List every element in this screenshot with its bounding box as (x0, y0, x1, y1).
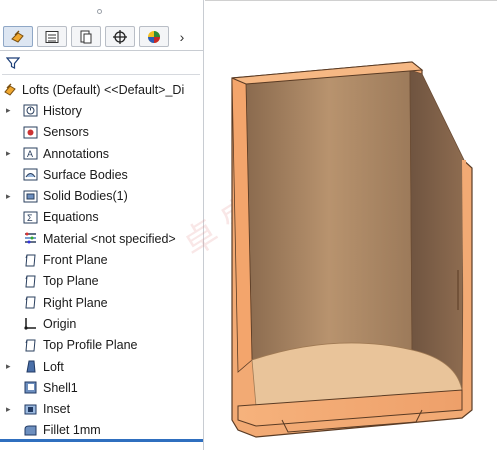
tree-item-label: Origin (43, 316, 77, 331)
tree-item-label: Front Plane (43, 253, 108, 268)
tree-root-label: Lofts (Default) <<Default>_Di (22, 82, 185, 97)
tree-item-sensors[interactable]: Sensors (0, 122, 203, 143)
tree-item-loft[interactable]: ▸ Loft (0, 356, 203, 377)
tree-item-shell1[interactable]: Shell1 (0, 377, 203, 398)
tree-root-item[interactable]: Lofts (Default) <<Default>_Di (0, 79, 203, 100)
tree-item-label: Inset (43, 402, 71, 417)
solid-bodies-folder-icon (23, 189, 38, 204)
tree-item-label: Annotations (43, 146, 110, 161)
tree-item-annotations[interactable]: ▸ A Annotations (0, 143, 203, 164)
display-manager-icon (148, 30, 160, 43)
fillet-feature-icon (23, 423, 38, 438)
material-icon (23, 231, 38, 246)
history-folder-icon (23, 103, 38, 118)
tree-item-surface-bodies[interactable]: Surface Bodies (0, 164, 203, 185)
tree-item-label: Shell1 (43, 380, 78, 395)
tree-item-label: History (43, 103, 82, 118)
tab-dimxpert-manager[interactable] (105, 26, 135, 47)
plane-icon (23, 295, 38, 310)
tab-property-manager[interactable] (37, 26, 67, 47)
plane-icon (23, 253, 38, 268)
tabs-divider (0, 50, 203, 51)
tree-item-fillet-1mm[interactable]: Fillet 1mm (0, 420, 203, 441)
tree-item-label: Fillet 1mm (43, 423, 101, 438)
property-manager-icon (45, 30, 59, 43)
feature-tree: Lofts (Default) <<Default>_Di ▸ History Se… (0, 79, 203, 441)
plane-icon (23, 274, 38, 289)
expand-arrow-icon[interactable]: ▸ (6, 404, 12, 415)
feature-manager-icon (11, 30, 24, 43)
tree-filter[interactable] (2, 54, 200, 75)
svg-text:A: A (27, 149, 33, 159)
tree-item-history[interactable]: ▸ History (0, 100, 203, 121)
expand-arrow-icon[interactable]: ▸ (6, 105, 12, 116)
tab-display-manager[interactable] (139, 26, 169, 47)
manager-tabs: › (0, 24, 203, 49)
annotations-folder-icon: A (23, 146, 38, 161)
tree-item-label: Top Profile Plane (43, 338, 138, 353)
expand-arrow-icon[interactable]: ▸ (6, 148, 12, 159)
expand-arrow-icon[interactable]: ▸ (6, 191, 12, 202)
panel-grip[interactable] (0, 0, 203, 24)
tree-item-label: Solid Bodies(1) (43, 189, 128, 204)
equations-folder-icon: Σ (23, 210, 38, 225)
tree-item-solid-bodies-1[interactable]: ▸ Solid Bodies(1) (0, 185, 203, 206)
configuration-manager-icon (80, 30, 92, 43)
tree-item-top-profile-plane[interactable]: Top Profile Plane (0, 335, 203, 356)
shell-feature-icon (23, 380, 38, 395)
tabs-scroll-right-button[interactable]: › (173, 26, 191, 47)
inset-feature-icon (23, 402, 38, 417)
filter-icon[interactable] (6, 56, 20, 70)
tree-item-label: Sensors (43, 125, 89, 140)
tree-item-label: Surface Bodies (43, 167, 128, 182)
surface-bodies-folder-icon (23, 167, 38, 182)
chevron-right-icon: › (179, 28, 185, 45)
tree-item-label: Material <not specified> (43, 231, 176, 246)
loft-feature-icon (23, 359, 38, 374)
tree-item-label: Equations (43, 210, 99, 225)
part-model-view[interactable] (226, 60, 486, 445)
tree-item-origin[interactable]: Origin (0, 313, 203, 334)
expand-arrow-icon[interactable]: ▸ (6, 361, 12, 372)
dimxpert-manager-icon (113, 29, 127, 44)
feature-manager-panel: › Lofts (Default) <<Default>_Di ▸ History… (0, 0, 204, 450)
panel-resize-handle[interactable] (203, 374, 204, 380)
tree-item-material-not-specified[interactable]: Material <not specified> (0, 228, 203, 249)
svg-text:Σ: Σ (27, 213, 33, 223)
tree-item-inset[interactable]: ▸ Inset (0, 398, 203, 419)
grip-dot[interactable] (97, 9, 102, 14)
panel-bottom-accent (0, 439, 203, 442)
tab-configuration-manager[interactable] (71, 26, 101, 47)
tab-feature-manager[interactable] (3, 26, 33, 47)
graphics-area-top-border (205, 0, 497, 1)
tree-item-right-plane[interactable]: Right Plane (0, 292, 203, 313)
tree-item-top-plane[interactable]: Top Plane (0, 271, 203, 292)
part-icon (3, 82, 18, 97)
tree-item-label: Right Plane (43, 295, 108, 310)
tree-item-label: Top Plane (43, 274, 99, 289)
tree-item-front-plane[interactable]: Front Plane (0, 249, 203, 270)
origin-icon (23, 316, 38, 331)
plane-icon (23, 338, 38, 353)
sensors-folder-icon (23, 125, 38, 140)
tree-item-equations[interactable]: Σ Equations (0, 207, 203, 228)
tree-item-label: Loft (43, 359, 64, 374)
